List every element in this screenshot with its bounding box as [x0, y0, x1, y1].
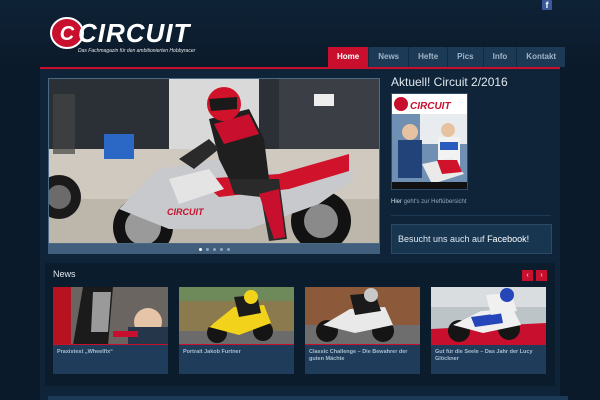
logo-wordmark[interactable]: CIRCUIT	[78, 18, 190, 49]
news-cards: Praxistest „Wheelfix“ Portrait Jakob Fur…	[53, 287, 546, 374]
news-card-title[interactable]: Gut für die Seele – Das Jahr der Lucy Gl…	[431, 345, 546, 367]
nav-pics[interactable]: Pics	[447, 47, 483, 67]
facebook-box-text: Besucht uns auch auf	[398, 234, 488, 244]
chevron-left-icon[interactable]: ‹	[522, 270, 533, 281]
nav-news[interactable]: News	[368, 47, 409, 67]
news-card-title[interactable]: Classic Challenge – Die Bewahrer der gut…	[305, 345, 420, 367]
news-card-image[interactable]	[431, 287, 546, 345]
chevron-right-icon[interactable]: ›	[536, 270, 547, 281]
classic-challenge-image	[305, 287, 420, 344]
nav-hefte[interactable]: Hefte	[408, 47, 448, 67]
news-card[interactable]: Portrait Jakob Furtner	[179, 287, 294, 374]
magazine-cover-image: CIRCUIT	[392, 94, 467, 189]
current-issue-title: Aktuell! Circuit 2/2016	[391, 75, 508, 89]
aside-divider	[391, 215, 551, 216]
facebook-icon[interactable]: f	[542, 0, 552, 10]
facebook-box: Besucht uns auch auf Facebook!	[391, 224, 552, 254]
facebook-link[interactable]: Facebook!	[487, 234, 529, 244]
nav-info[interactable]: Info	[482, 47, 517, 67]
news-card-image[interactable]	[179, 287, 294, 345]
slider-dot[interactable]	[205, 247, 209, 251]
cover-logo-text: CIRCUIT	[410, 101, 451, 112]
nav-home[interactable]: Home	[328, 47, 369, 67]
news-heading: News	[53, 269, 76, 279]
slider-dot[interactable]	[219, 247, 223, 251]
hero-slider[interactable]: CIRCUIT	[48, 78, 380, 244]
news-card[interactable]: Gut für die Seele – Das Jahr der Lucy Gl…	[431, 287, 546, 374]
news-card-image[interactable]	[305, 287, 420, 345]
site-header: f C CIRCUIT Das Fachmagazin für den ambi…	[0, 0, 600, 68]
lucy-gloeckner-image	[431, 287, 546, 344]
tagline: Das Fachmagazin für den ambitionierten H…	[78, 48, 196, 54]
magazine-cover[interactable]: CIRCUIT	[391, 93, 468, 190]
news-card[interactable]: Classic Challenge – Die Bewahrer der gut…	[305, 287, 420, 374]
slider-dot[interactable]	[226, 247, 230, 251]
hero-image-motorbike: CIRCUIT	[49, 79, 379, 243]
news-card-image[interactable]	[53, 287, 168, 345]
logo-letter: C	[60, 23, 75, 45]
footer-strip	[48, 396, 568, 400]
news-card-title[interactable]: Praxistest „Wheelfix“	[53, 345, 168, 360]
issue-overview-text: Hier geht's zur Heftübersicht	[391, 199, 467, 205]
slider-pagination	[48, 244, 380, 254]
main-nav: Home News Hefte Pics Info Kontakt	[328, 47, 566, 67]
slider-dot[interactable]	[212, 247, 216, 251]
news-card[interactable]: Praxistest „Wheelfix“	[53, 287, 168, 374]
news-section: News ‹ › Praxistest „Wheelfix“ Portrait …	[45, 263, 555, 386]
svg-text:CIRCUIT: CIRCUIT	[167, 207, 205, 217]
furtner-image	[179, 287, 294, 344]
wheelfix-image	[53, 287, 168, 344]
issue-overview-suffix: geht's zur Heftübersicht	[402, 199, 467, 205]
nav-kontakt[interactable]: Kontakt	[516, 47, 566, 67]
news-card-title[interactable]: Portrait Jakob Furtner	[179, 345, 294, 360]
main-content: CIRCUIT Aktuell! Circuit 2/2016 CIRCUIT	[40, 69, 560, 400]
slider-dot[interactable]	[198, 247, 202, 251]
issue-overview-link[interactable]: Hier	[391, 199, 402, 205]
news-carousel-controls: ‹ ›	[522, 270, 547, 281]
